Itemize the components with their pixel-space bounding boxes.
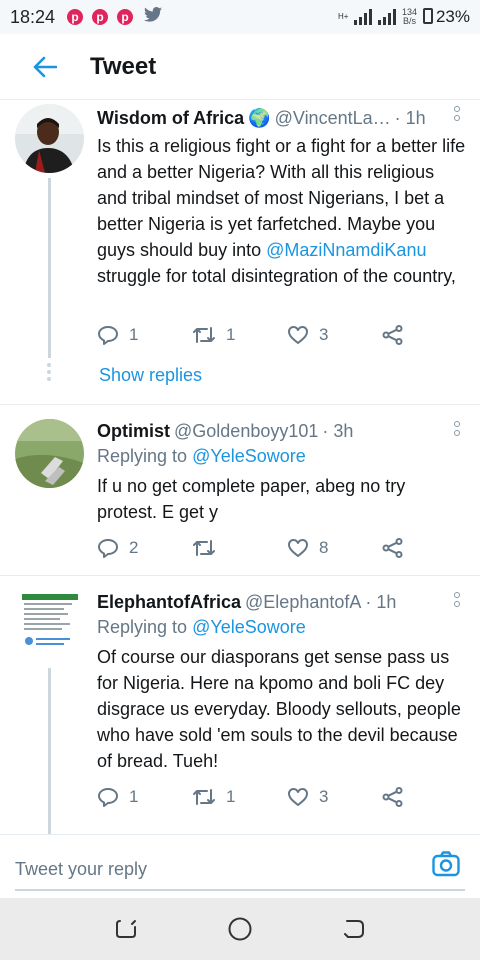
retweet-icon xyxy=(193,540,215,556)
retweet-button[interactable] xyxy=(192,538,287,558)
globe-emoji-icon: 🌍 xyxy=(248,107,271,128)
avatar[interactable] xyxy=(18,590,82,660)
more-options-icon[interactable] xyxy=(454,106,460,121)
home-icon[interactable] xyxy=(227,916,253,942)
retweet-icon xyxy=(193,789,215,805)
reply-button[interactable]: 2 xyxy=(97,538,192,558)
signal-icon-2 xyxy=(377,9,396,25)
like-button[interactable]: 8 xyxy=(287,538,382,558)
reply-placeholder: Tweet your reply xyxy=(15,858,148,879)
tweet-text: Is this a religious fight or a fight for… xyxy=(97,136,466,286)
tweet-header: Optimist @Goldenboyy101 · 3h xyxy=(97,419,466,443)
share-icon xyxy=(382,325,403,345)
tweet-time: · 1h xyxy=(365,591,397,612)
tweet-actions: 2 8 xyxy=(97,535,477,561)
tweet-time: · 1h xyxy=(394,107,426,128)
net-speed: 134 B/s xyxy=(401,7,417,26)
more-options-icon[interactable] xyxy=(454,421,460,436)
like-button[interactable]: 3 xyxy=(287,325,382,345)
status-bar: 18:24 p p p H+ 134 B/s 23% xyxy=(0,0,480,34)
tweet-time: · 3h xyxy=(322,420,354,441)
reply-button[interactable]: 1 xyxy=(97,325,192,345)
heart-icon xyxy=(288,788,308,806)
show-replies-link[interactable]: Show replies xyxy=(99,365,202,386)
share-icon xyxy=(382,787,403,807)
back-arrow-icon xyxy=(33,56,57,77)
retweet-button[interactable]: 1 xyxy=(192,787,287,807)
mention-link[interactable]: @MaziNnamdiKanu xyxy=(266,240,426,260)
mention-link[interactable]: @YeleSowore xyxy=(192,446,306,466)
camera-icon[interactable] xyxy=(431,849,461,879)
user-name[interactable]: Optimist xyxy=(97,421,170,442)
user-handle[interactable]: @ElephantofA xyxy=(245,592,361,613)
more-options-icon[interactable] xyxy=(454,592,460,607)
user-handle[interactable]: @VincentLa… xyxy=(275,108,391,129)
tweet-actions: 1 1 3 xyxy=(97,322,477,348)
battery-icon xyxy=(422,8,433,24)
heart-icon xyxy=(288,326,308,344)
page-title: Tweet xyxy=(90,52,157,80)
notification-icon-2: p xyxy=(92,9,109,25)
retweet-button[interactable]: 1 xyxy=(192,325,287,345)
user-name[interactable]: Wisdom of Africa xyxy=(97,108,244,129)
battery-level: 23% xyxy=(435,7,470,26)
avatar[interactable] xyxy=(15,104,84,173)
twitter-notification-icon xyxy=(144,7,163,27)
back-button[interactable] xyxy=(0,34,90,100)
tweet-item[interactable]: ElephantofAfrica @ElephantofA · 1h Reply… xyxy=(0,576,480,834)
thread-dots xyxy=(47,363,51,381)
share-button[interactable] xyxy=(382,325,477,345)
status-time: 18:24 xyxy=(10,6,56,27)
heart-icon xyxy=(288,539,308,557)
reply-icon xyxy=(98,788,118,807)
replying-to: Replying to @YeleSowore xyxy=(97,446,306,466)
notification-icon-3: p xyxy=(117,9,134,25)
tweet-header: ElephantofAfrica @ElephantofA · 1h xyxy=(97,590,466,614)
tweet-text: Of course our diasporans get sense pass … xyxy=(97,647,461,771)
thread-line xyxy=(48,178,51,358)
reply-icon xyxy=(98,326,118,345)
app-header: Tweet xyxy=(0,34,480,100)
thread-line xyxy=(48,668,51,834)
tweet-header: Wisdom of Africa 🌍 @VincentLa… · 1h xyxy=(97,106,466,130)
replying-to: Replying to @YeleSowore xyxy=(97,617,306,637)
reply-input[interactable]: Tweet your reply xyxy=(15,849,465,891)
recent-apps-icon[interactable] xyxy=(114,917,138,941)
tweet-item[interactable]: Optimist @Goldenboyy101 · 3h Replying to… xyxy=(0,405,480,575)
mention-link[interactable]: @YeleSowore xyxy=(192,617,306,637)
tweet-item[interactable]: Wisdom of Africa 🌍 @VincentLa… · 1h Is t… xyxy=(0,100,480,405)
reply-bar: Tweet your reply xyxy=(0,834,480,898)
battery-indicator: 23% xyxy=(422,7,470,27)
user-handle[interactable]: @Goldenboyy101 xyxy=(174,421,318,442)
signal-icon xyxy=(353,9,372,25)
avatar[interactable] xyxy=(15,419,84,488)
share-button[interactable] xyxy=(382,787,477,807)
like-button[interactable]: 3 xyxy=(287,787,382,807)
back-nav-icon[interactable] xyxy=(342,917,366,941)
notification-icon-1: p xyxy=(67,9,84,25)
share-button[interactable] xyxy=(382,538,477,558)
system-nav-bar xyxy=(0,898,480,960)
network-type: H+ xyxy=(337,12,349,21)
share-icon xyxy=(382,538,403,558)
tweet-actions: 1 1 3 xyxy=(97,784,477,810)
tweet-text: If u no get complete paper, abeg no try … xyxy=(97,476,406,522)
reply-icon xyxy=(98,539,118,558)
retweet-icon xyxy=(193,327,215,343)
user-name[interactable]: ElephantofAfrica xyxy=(97,592,241,613)
reply-button[interactable]: 1 xyxy=(97,787,192,807)
